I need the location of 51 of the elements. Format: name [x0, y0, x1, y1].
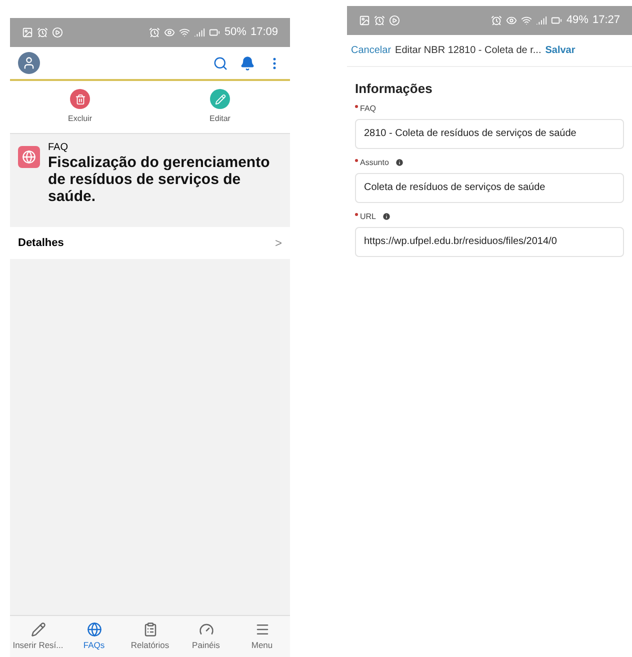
section-heading: Informações — [355, 80, 434, 98]
globe-icon — [18, 146, 40, 168]
details-row[interactable]: Detalhes > — [10, 227, 290, 259]
record-title: Fiscalização do gerenciamento de resíduos de serviços de saúde. — [48, 154, 271, 205]
tab[interactable]: FAQs — [66, 616, 122, 657]
battery-icon — [209, 27, 220, 38]
record-type: FAQ — [48, 142, 70, 154]
input-field[interactable]: 2810 - Coleta de resíduos de serviços de saúde — [355, 118, 624, 148]
battery-level: 50% — [224, 25, 246, 40]
search-icon[interactable] — [213, 56, 228, 70]
field-label: URL — [360, 210, 376, 222]
save-button[interactable]: Salvar — [545, 43, 576, 58]
gauge-icon — [198, 622, 214, 637]
alarm-icon — [374, 15, 385, 26]
tab[interactable]: Inserir Resí... — [10, 616, 66, 657]
tab[interactable]: Menu — [234, 616, 290, 657]
signal-icon — [194, 27, 206, 38]
tab[interactable]: Relatórios — [122, 616, 178, 657]
trash-icon — [74, 94, 86, 104]
field-label: FAQ — [360, 102, 376, 114]
play-icon — [389, 15, 400, 26]
tab[interactable]: Painéis — [178, 616, 234, 657]
battery-icon — [551, 15, 562, 26]
clock: 17:09 — [250, 25, 278, 40]
field-label: Assunto — [360, 156, 389, 168]
wifi-icon — [179, 27, 190, 38]
alarm-icon — [491, 15, 502, 26]
alarm-icon — [149, 27, 160, 38]
action-button[interactable]: Excluir — [10, 81, 150, 133]
battery-level: 49% — [566, 13, 588, 28]
clock: 17:27 — [592, 13, 620, 28]
play-icon — [52, 27, 63, 38]
avatar-icon[interactable] — [18, 52, 40, 74]
globe-icon — [86, 622, 102, 637]
screen-title: Editar NBR 12810 - Coleta de r... — [395, 44, 542, 58]
pencil-icon — [214, 94, 226, 104]
bell-icon[interactable] — [240, 56, 255, 70]
image-icon — [359, 15, 370, 26]
signal-icon — [536, 15, 548, 26]
eye-icon — [506, 15, 518, 26]
alarm-icon — [37, 27, 48, 38]
action-button[interactable]: Editar — [150, 81, 290, 133]
image-icon — [22, 27, 33, 38]
cancel-button[interactable]: Cancelar — [351, 43, 392, 58]
wifi-icon — [521, 15, 532, 26]
input-field[interactable]: Coleta de resíduos de serviços de saúde — [355, 172, 624, 202]
pencil-icon — [30, 622, 46, 637]
eye-icon — [164, 27, 176, 38]
input-field[interactable]: https://wp.ufpel.edu.br/residuos/files/2014/0 — [355, 226, 624, 256]
menu-icon — [254, 622, 270, 637]
clipboard-icon — [142, 622, 158, 637]
